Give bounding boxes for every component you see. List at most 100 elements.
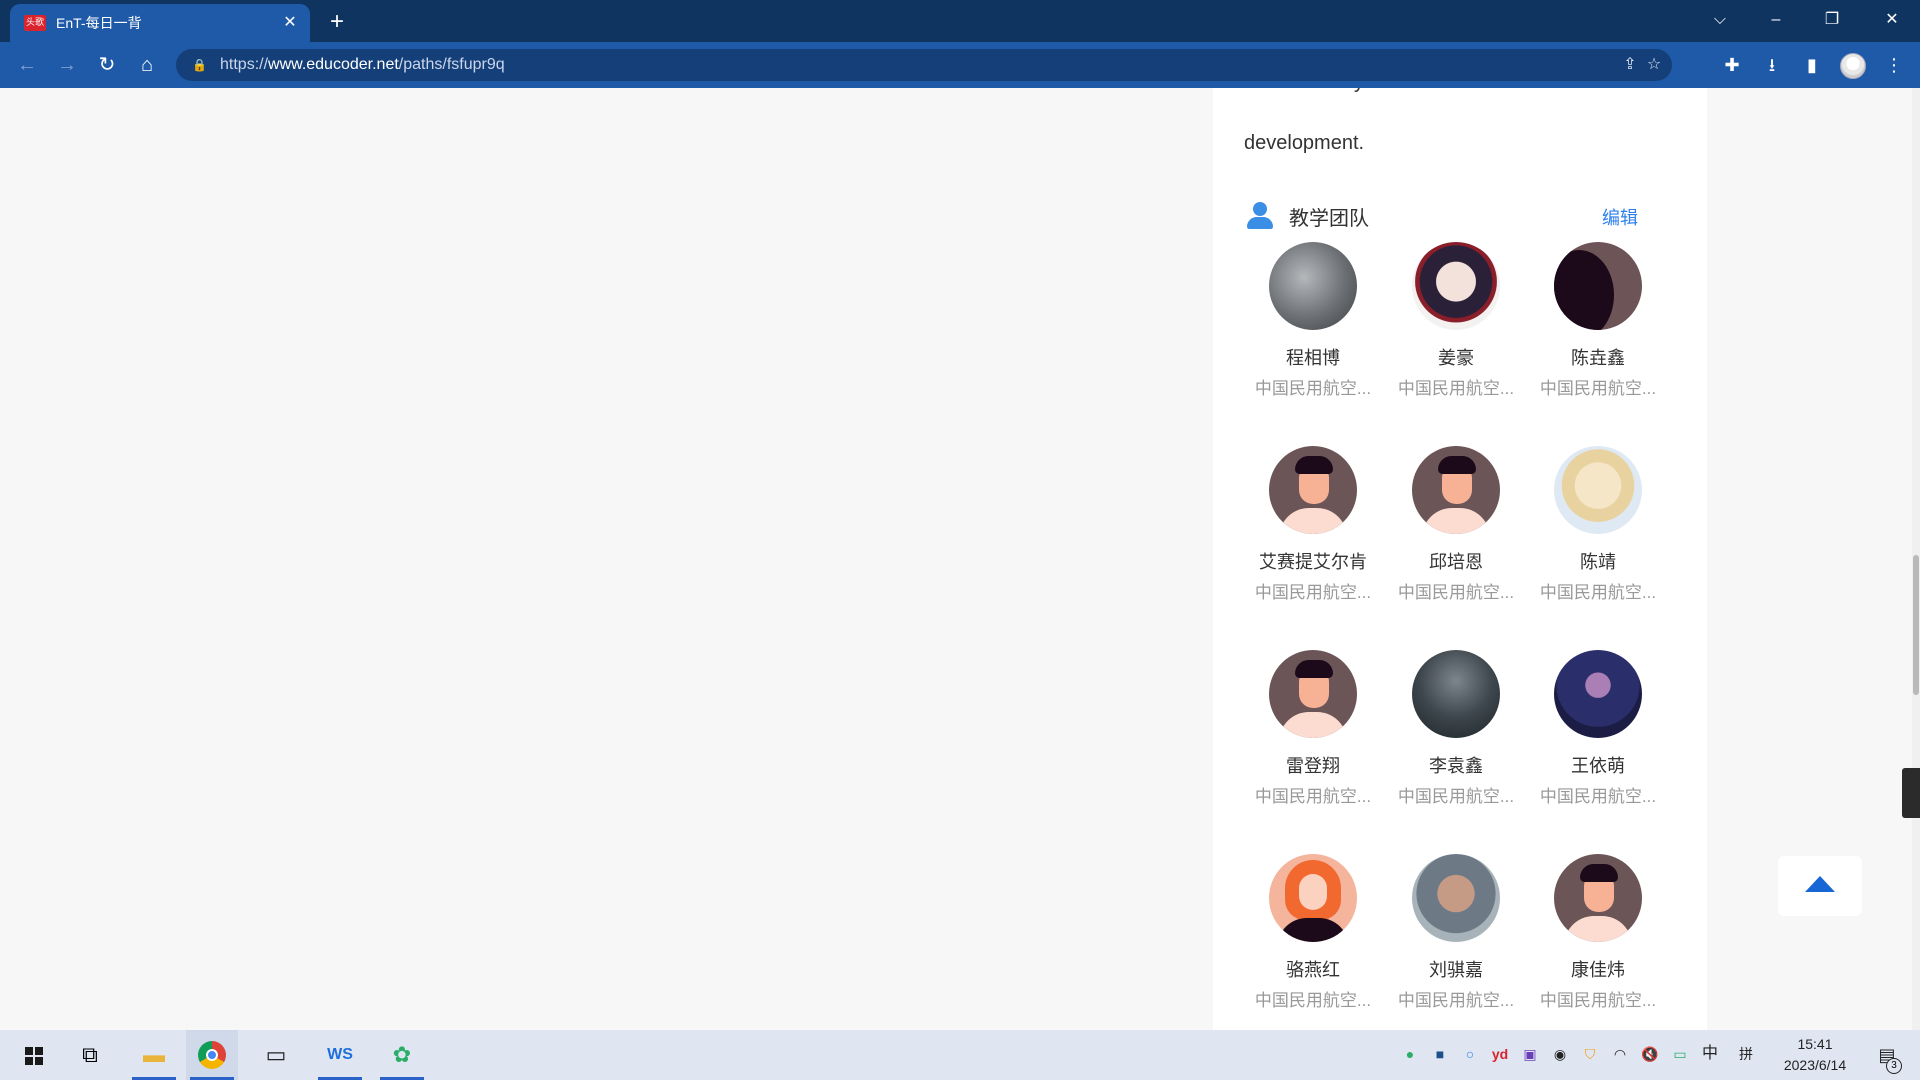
lock-icon[interactable]: 🔒 (192, 58, 207, 72)
member-org: 中国民用航空... (1397, 379, 1515, 398)
back-to-top-button[interactable] (1778, 856, 1862, 916)
member-name[interactable]: 程相博 (1248, 344, 1378, 370)
member-org: 中国民用航空... (1254, 991, 1372, 1010)
tab-search-chevron-down-icon[interactable]: ⌵ (1692, 0, 1748, 40)
webstorm-icon[interactable]: WS (314, 1030, 366, 1080)
member-name[interactable]: 陈靖 (1533, 548, 1663, 574)
avatar[interactable] (1412, 854, 1500, 942)
avatar[interactable] (1269, 446, 1357, 534)
browser-tab[interactable]: 头歌 EnT-每日一背 ✕ (10, 4, 310, 42)
terminal-icon[interactable]: ▭ (250, 1030, 302, 1080)
member-name[interactable]: 艾赛提艾尔肯 (1248, 548, 1378, 574)
avatar[interactable] (1269, 650, 1357, 738)
ime-mode[interactable]: 拼 (1734, 1042, 1758, 1066)
member-org: 中国民用航空... (1397, 991, 1515, 1010)
new-tab-plus-icon[interactable]: + (322, 8, 352, 36)
member-name[interactable]: 李袁鑫 (1391, 752, 1521, 778)
team-member[interactable]: 骆燕红 中国民用航空... (1248, 854, 1378, 1011)
home-icon[interactable]: ⌂ (132, 50, 162, 80)
teaching-team-card: 教学团队 编辑 程相博 中国民用航空... 姜豪 中国民用航空... 陈垚鑫 中… (1213, 180, 1707, 1030)
tab-favicon: 头歌 (24, 15, 46, 31)
edit-team-link[interactable]: 编辑 (1602, 204, 1638, 230)
member-name[interactable]: 姜豪 (1391, 344, 1521, 370)
arrow-up-icon (1805, 876, 1835, 892)
team-member[interactable]: 陈靖 中国民用航空... (1533, 446, 1663, 603)
team-member[interactable]: 李袁鑫 中国民用航空... (1391, 650, 1521, 807)
github-tray-icon[interactable]: ◉ (1548, 1042, 1572, 1066)
clock-time: 15:41 (1797, 1036, 1833, 1052)
team-member[interactable]: 刘骐嘉 中国民用航空... (1391, 854, 1521, 1011)
wifi-icon[interactable]: ◠ (1608, 1042, 1632, 1066)
download-icon[interactable]: ⭳ (1758, 51, 1786, 79)
team-member[interactable]: 程相博 中国民用航空... (1248, 242, 1378, 399)
member-name[interactable]: 刘骐嘉 (1391, 956, 1521, 982)
restore-icon[interactable]: ❐ (1804, 0, 1860, 40)
avatar[interactable] (1269, 854, 1357, 942)
team-header: 教学团队 (1245, 200, 1369, 232)
volume-muted-icon[interactable]: 🔇 (1638, 1042, 1662, 1066)
profile-avatar[interactable] (1840, 53, 1866, 79)
team-member[interactable]: 邱培恩 中国民用航空... (1391, 446, 1521, 603)
forward-arrow-icon[interactable]: → (52, 50, 82, 80)
shield-tray-icon[interactable]: ⛉ (1578, 1042, 1602, 1066)
youdao-tray-icon[interactable]: yd (1488, 1042, 1512, 1066)
member-name[interactable]: 康佳炜 (1533, 956, 1663, 982)
wechat-icon[interactable]: ✿ (376, 1030, 428, 1080)
member-org: 中国民用航空... (1539, 991, 1657, 1010)
sync-tray-icon[interactable]: ○ (1458, 1042, 1482, 1066)
wechat-tray-icon[interactable]: ● (1398, 1042, 1422, 1066)
member-name[interactable]: 陈垚鑫 (1533, 344, 1663, 370)
ime-language[interactable]: 中 (1698, 1042, 1722, 1066)
avatar[interactable] (1554, 650, 1642, 738)
avatar[interactable] (1412, 242, 1500, 330)
extensions-puzzle-icon[interactable]: ✚ (1718, 51, 1746, 79)
member-name[interactable]: 王依萌 (1533, 752, 1663, 778)
share-icon[interactable]: ⇪ (1618, 53, 1642, 77)
window-close-icon[interactable]: ✕ (1864, 0, 1920, 40)
browser-titlebar: 头歌 EnT-每日一背 ✕ + ⌵ – ❐ ✕ (0, 0, 1920, 42)
task-view-icon[interactable]: ⧉ (64, 1030, 116, 1080)
notification-count: 3 (1886, 1058, 1902, 1074)
avatar[interactable] (1412, 650, 1500, 738)
avatar[interactable] (1269, 242, 1357, 330)
avatar[interactable] (1554, 242, 1642, 330)
member-name[interactable]: 雷登翔 (1248, 752, 1378, 778)
scrollbar-thumb[interactable] (1913, 555, 1919, 695)
windows-taskbar: ⧉ ▬ ▭ WS ✿ ● ■ ○ yd ▣ ◉ ⛉ ◠ 🔇 ▭ 中 拼 15:4… (0, 1030, 1920, 1080)
team-member[interactable]: 姜豪 中国民用航空... (1391, 242, 1521, 399)
battery-icon[interactable]: ▭ (1668, 1042, 1692, 1066)
team-member[interactable]: 王依萌 中国民用航空... (1533, 650, 1663, 807)
avatar[interactable] (1554, 854, 1642, 942)
side-floating-widget[interactable] (1902, 768, 1920, 818)
tab-title: EnT-每日一背 (56, 15, 142, 31)
side-panel-icon[interactable]: ▮ (1798, 51, 1826, 79)
tab-close-icon[interactable]: ✕ (278, 11, 302, 35)
team-member[interactable]: 艾赛提艾尔肯 中国民用航空... (1248, 446, 1378, 603)
member-name[interactable]: 骆燕红 (1248, 956, 1378, 982)
back-arrow-icon[interactable]: ← (12, 50, 42, 80)
avatar[interactable] (1412, 446, 1500, 534)
team-member[interactable]: 雷登翔 中国民用航空... (1248, 650, 1378, 807)
taskbar-clock[interactable]: 15:41 2023/6/14 (1770, 1034, 1860, 1076)
minimize-icon[interactable]: – (1748, 0, 1804, 40)
member-name[interactable]: 邱培恩 (1391, 548, 1521, 574)
team-member[interactable]: 康佳炜 中国民用航空... (1533, 854, 1663, 1011)
reload-icon[interactable]: ↻ (92, 50, 122, 80)
chrome-icon[interactable] (186, 1030, 238, 1080)
member-org: 中国民用航空... (1397, 583, 1515, 602)
url-text: https://www.educoder.net/paths/fsfupr9q (220, 56, 505, 73)
address-bar[interactable]: 🔒 https://www.educoder.net/paths/fsfupr9… (176, 49, 1672, 81)
member-org: 中国民用航空... (1254, 379, 1372, 398)
app-tray-icon[interactable]: ■ (1428, 1042, 1452, 1066)
avatar[interactable] (1554, 446, 1642, 534)
start-button[interactable] (4, 1030, 56, 1080)
description-text: development. (1244, 132, 1365, 154)
bookmark-star-icon[interactable]: ☆ (1642, 53, 1666, 77)
team-member[interactable]: 陈垚鑫 中国民用航空... (1533, 242, 1663, 399)
file-explorer-icon[interactable]: ▬ (128, 1030, 180, 1080)
more-menu-icon[interactable]: ⋮ (1880, 51, 1908, 79)
member-org: 中国民用航空... (1397, 787, 1515, 806)
member-org: 中国民用航空... (1539, 787, 1657, 806)
video-tray-icon[interactable]: ▣ (1518, 1042, 1542, 1066)
clock-date: 2023/6/14 (1783, 1057, 1847, 1073)
